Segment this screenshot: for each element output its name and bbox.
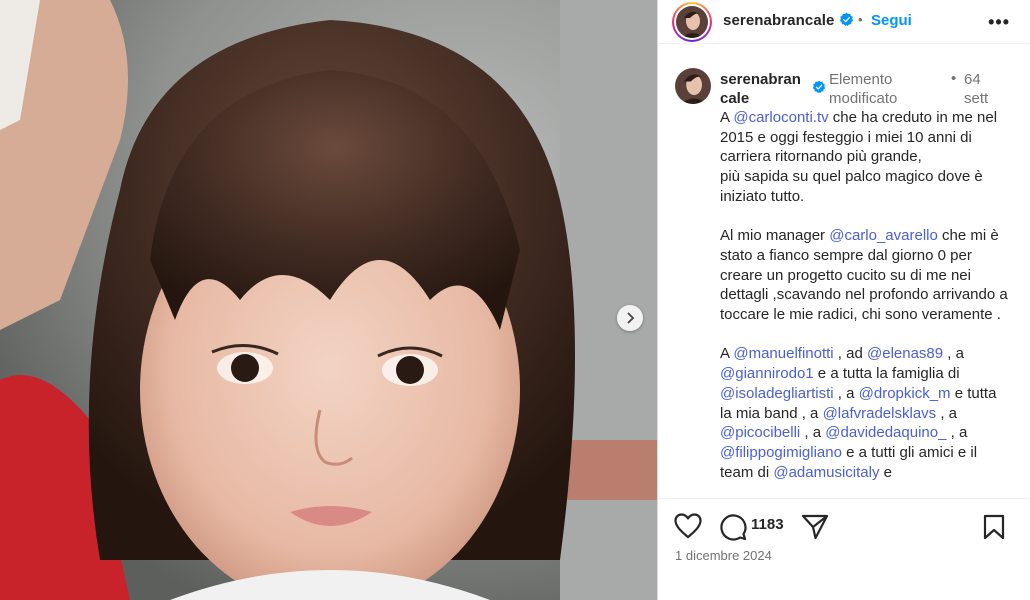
bookmark-icon[interactable] bbox=[983, 514, 1005, 540]
mention-link[interactable]: @filippogimigliano bbox=[720, 444, 842, 461]
caption-username[interactable]: serenabran cale bbox=[720, 70, 812, 108]
profile-picture bbox=[676, 6, 708, 38]
mention-link[interactable]: @davidedaquino_ bbox=[825, 424, 946, 441]
caption-text-span: A bbox=[720, 109, 734, 126]
mention-link[interactable]: @adamusicitaly bbox=[773, 464, 879, 481]
comment-icon[interactable] bbox=[719, 513, 747, 541]
mention-link[interactable]: @carloconti.tv bbox=[733, 109, 828, 126]
caption-text-span: e a tutta la famiglia di bbox=[813, 365, 960, 383]
caption-separator: • bbox=[951, 70, 957, 87]
post-side-panel: serenabrancale • Segui ••• serenabran ca… bbox=[657, 0, 1030, 600]
mention-link[interactable]: @picocibelli bbox=[720, 424, 800, 441]
caption-text-span: e bbox=[879, 463, 892, 481]
more-options-icon[interactable]: ••• bbox=[988, 12, 1010, 33]
caption-paragraph: Al mio manager @carlo_avarello che mi è … bbox=[720, 226, 1010, 325]
mention-link[interactable]: @lafvradelsklavs bbox=[823, 405, 937, 422]
header-username[interactable]: serenabrancale bbox=[723, 12, 854, 29]
caption-text-span: , a bbox=[946, 424, 968, 442]
verified-badge-icon bbox=[812, 80, 826, 94]
child-portrait-image bbox=[0, 0, 657, 600]
follow-button[interactable]: Segui bbox=[871, 12, 912, 29]
header-separator: • bbox=[858, 12, 863, 27]
caption-paragraph: A @manuelfinotti , ad @elenas89 , a @gia… bbox=[720, 344, 1010, 482]
mention-link[interactable]: @isoladegliartisti bbox=[720, 385, 834, 402]
caption-username-line2[interactable]: cale bbox=[720, 90, 749, 107]
mention-link[interactable]: @carlo_avarello bbox=[829, 227, 938, 244]
caption-text-span: , a bbox=[936, 404, 958, 422]
share-icon[interactable] bbox=[801, 513, 829, 541]
mention-link[interactable]: @manuelfinotti bbox=[733, 345, 833, 362]
chevron-right-icon bbox=[627, 312, 635, 324]
post-header: serenabrancale • Segui ••• bbox=[658, 0, 1030, 44]
caption-scroll-area[interactable]: serenabran cale Elemento modificato • 64… bbox=[658, 44, 1030, 498]
caption-avatar[interactable] bbox=[675, 68, 711, 104]
comment-count[interactable]: 1183 bbox=[751, 516, 784, 533]
post-actions-bar: 1183 1 dicembre 2024 bbox=[658, 498, 1030, 600]
verified-badge-icon bbox=[839, 12, 853, 26]
next-photo-button[interactable] bbox=[617, 305, 643, 331]
caption-text-span: , a bbox=[833, 384, 859, 402]
caption-text-span: Al mio manager bbox=[720, 227, 830, 245]
caption-text-span: A bbox=[720, 345, 734, 363]
header-username-text[interactable]: serenabrancale bbox=[723, 12, 834, 29]
mention-link[interactable]: @giannirodo1 bbox=[720, 365, 814, 382]
post-date[interactable]: 1 dicembre 2024 bbox=[675, 548, 772, 563]
caption-text-span: , a bbox=[800, 424, 826, 442]
caption-paragraph: A @carloconti.tv che ha creduto in me ne… bbox=[720, 108, 1010, 207]
mention-link[interactable]: @elenas89 bbox=[867, 345, 943, 362]
post-photo[interactable] bbox=[0, 0, 657, 600]
post-time[interactable]: 64 sett bbox=[964, 70, 1004, 108]
caption-text: A @carloconti.tv che ha creduto in me ne… bbox=[720, 108, 1010, 498]
caption-text-span: , ad bbox=[833, 345, 867, 363]
heart-icon[interactable] bbox=[674, 513, 702, 539]
header-avatar[interactable] bbox=[672, 2, 712, 42]
caption-text-span: , a bbox=[943, 345, 964, 363]
mention-link[interactable]: @dropkick_m bbox=[859, 385, 951, 402]
profile-picture bbox=[675, 68, 711, 104]
edited-label: Elemento modificato bbox=[829, 71, 898, 107]
caption-text-span: più sapida su quel palco magico dove è i… bbox=[720, 168, 983, 205]
caption-username-line1[interactable]: serenabran bbox=[720, 71, 801, 88]
